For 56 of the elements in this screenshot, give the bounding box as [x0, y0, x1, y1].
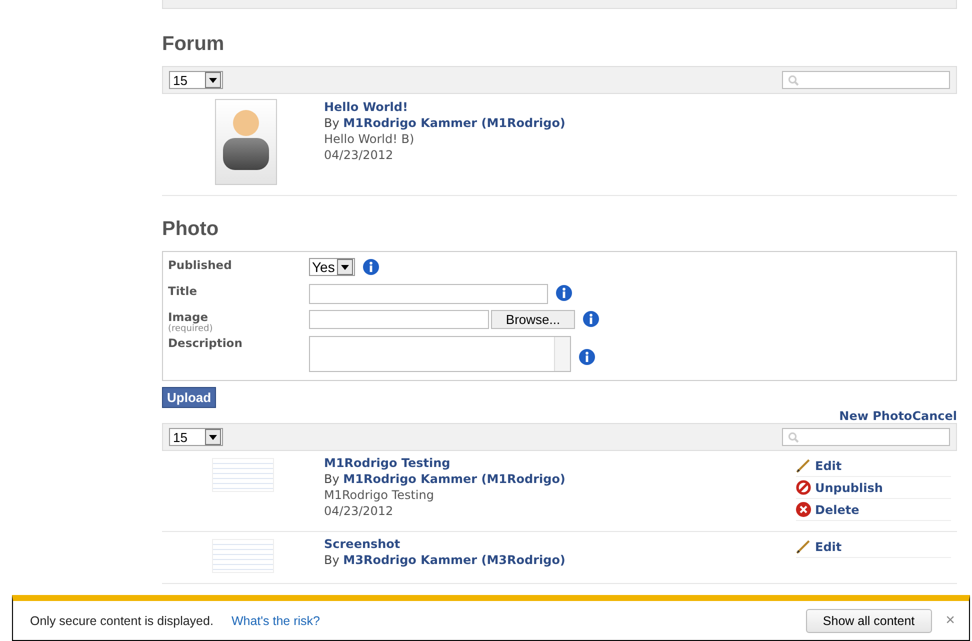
- screenshot-thumbnail: [212, 539, 274, 573]
- photo-title-link[interactable]: M1Rodrigo Testing: [324, 456, 450, 470]
- author-link[interactable]: M1Rodrigo Kammer (M1Rodrigo): [343, 472, 566, 486]
- title-input[interactable]: [309, 284, 548, 304]
- action-link[interactable]: Unpublish: [815, 480, 883, 494]
- notification-message: Only secure content is displayed.: [30, 614, 214, 628]
- file-input[interactable]: [309, 310, 489, 329]
- by-label: By: [324, 553, 340, 567]
- info-icon[interactable]: [583, 311, 599, 327]
- action-link[interactable]: Cancel: [912, 409, 957, 423]
- close-button[interactable]: ×: [940, 610, 961, 630]
- photo-caption: M1Rodrigo Testing: [324, 487, 435, 503]
- action-link[interactable]: Delete: [815, 502, 860, 516]
- risk-link[interactable]: What's the risk?: [231, 614, 320, 628]
- dropdown-icon: [337, 259, 353, 275]
- pencil-icon: [796, 458, 811, 473]
- by-label: By: [324, 472, 340, 486]
- post-body: Hello World! B): [324, 131, 416, 147]
- search-field[interactable]: [782, 428, 950, 446]
- page-size-select[interactable]: 15: [169, 428, 223, 446]
- search-field[interactable]: [782, 71, 950, 89]
- post-date: 04/23/2012: [324, 147, 394, 163]
- dropdown-icon: [205, 72, 221, 88]
- page-size-select[interactable]: 15: [169, 71, 223, 89]
- action-link[interactable]: Edit: [815, 458, 842, 472]
- pencil-icon: [796, 539, 811, 554]
- description-textarea[interactable]: [309, 336, 571, 372]
- author-link[interactable]: M3Rodrigo Kammer (M3Rodrigo): [343, 553, 566, 567]
- dropdown-icon: [205, 429, 221, 445]
- field-label: Title: [168, 284, 198, 298]
- field-label: Image: [168, 310, 210, 324]
- action-link[interactable]: New Photo: [839, 409, 912, 423]
- action-link[interactable]: Edit: [815, 540, 842, 554]
- upload-button[interactable]: Upload: [162, 387, 216, 408]
- search-icon: [788, 432, 799, 442]
- scrollbar: [554, 337, 570, 371]
- field-label: Published: [168, 258, 233, 272]
- photo-date: 04/23/2012: [324, 503, 394, 519]
- info-icon[interactable]: [363, 259, 379, 275]
- by-label: By: [324, 116, 340, 130]
- published-select[interactable]: Yes: [309, 258, 355, 276]
- post-title-link[interactable]: Hello World!: [324, 100, 408, 114]
- browse-button[interactable]: Browse...: [491, 310, 575, 329]
- screenshot-thumbnail: [212, 458, 274, 492]
- info-icon[interactable]: [579, 349, 595, 365]
- field-label: Description: [168, 336, 244, 350]
- section-heading: Photo: [162, 218, 220, 241]
- section-heading: Forum: [162, 33, 226, 56]
- delete-icon: [796, 502, 811, 517]
- info-icon[interactable]: [556, 285, 572, 301]
- prohibited-icon: [796, 480, 811, 495]
- search-icon: [788, 74, 799, 86]
- photo-title-link[interactable]: Screenshot: [324, 537, 400, 551]
- author-link[interactable]: M1Rodrigo Kammer (M1Rodrigo): [343, 116, 566, 130]
- field-hint: (required): [168, 324, 214, 334]
- show-all-content-button[interactable]: Show all content: [806, 608, 932, 632]
